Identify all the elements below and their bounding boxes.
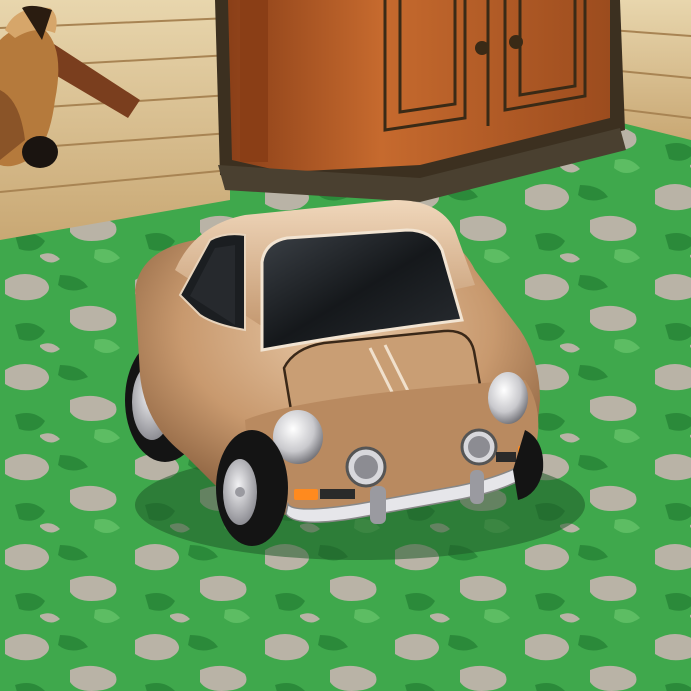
headlight-right-large xyxy=(488,372,528,424)
game-scene xyxy=(0,0,691,691)
indicator-left xyxy=(294,489,318,500)
front-left-wheel xyxy=(216,430,288,546)
scene-canvas xyxy=(0,0,691,691)
